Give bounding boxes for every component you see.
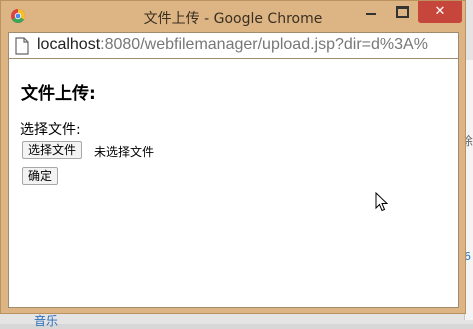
page-icon [15, 37, 29, 55]
chrome-popup-window: 文件上传 - Google Chrome ✕ localhost:8080/we… [0, 0, 466, 314]
confirm-button[interactable]: 确定 [22, 167, 59, 185]
choose-file-button[interactable]: 选择文件 [22, 141, 83, 159]
mouse-cursor-icon [375, 192, 389, 212]
address-bar[interactable]: localhost:8080/webfilemanager/upload.jsp… [8, 32, 459, 59]
background-link[interactable]: 音乐 [34, 312, 58, 329]
file-field-label: 选择文件: [20, 122, 81, 138]
maximize-button[interactable] [387, 1, 415, 23]
title-bar[interactable]: 文件上传 - Google Chrome ✕ [1, 1, 465, 31]
no-file-selected-text: 未选择文件 [94, 145, 155, 159]
close-button[interactable]: ✕ [418, 1, 462, 23]
minimize-button[interactable] [357, 1, 385, 23]
url-text[interactable]: localhost:8080/webfilemanager/upload.jsp… [37, 36, 457, 54]
url-path: :8080/webfilemanager/upload.jsp?dir=d%3A… [100, 36, 428, 53]
url-host: localhost [37, 36, 101, 53]
page-content: 文件上传: 选择文件: 选择文件 未选择文件 确定 [8, 59, 459, 308]
page-heading: 文件上传: [21, 84, 96, 104]
maximize-icon [396, 6, 409, 18]
close-icon: ✕ [434, 4, 446, 19]
minimize-icon [366, 13, 376, 15]
